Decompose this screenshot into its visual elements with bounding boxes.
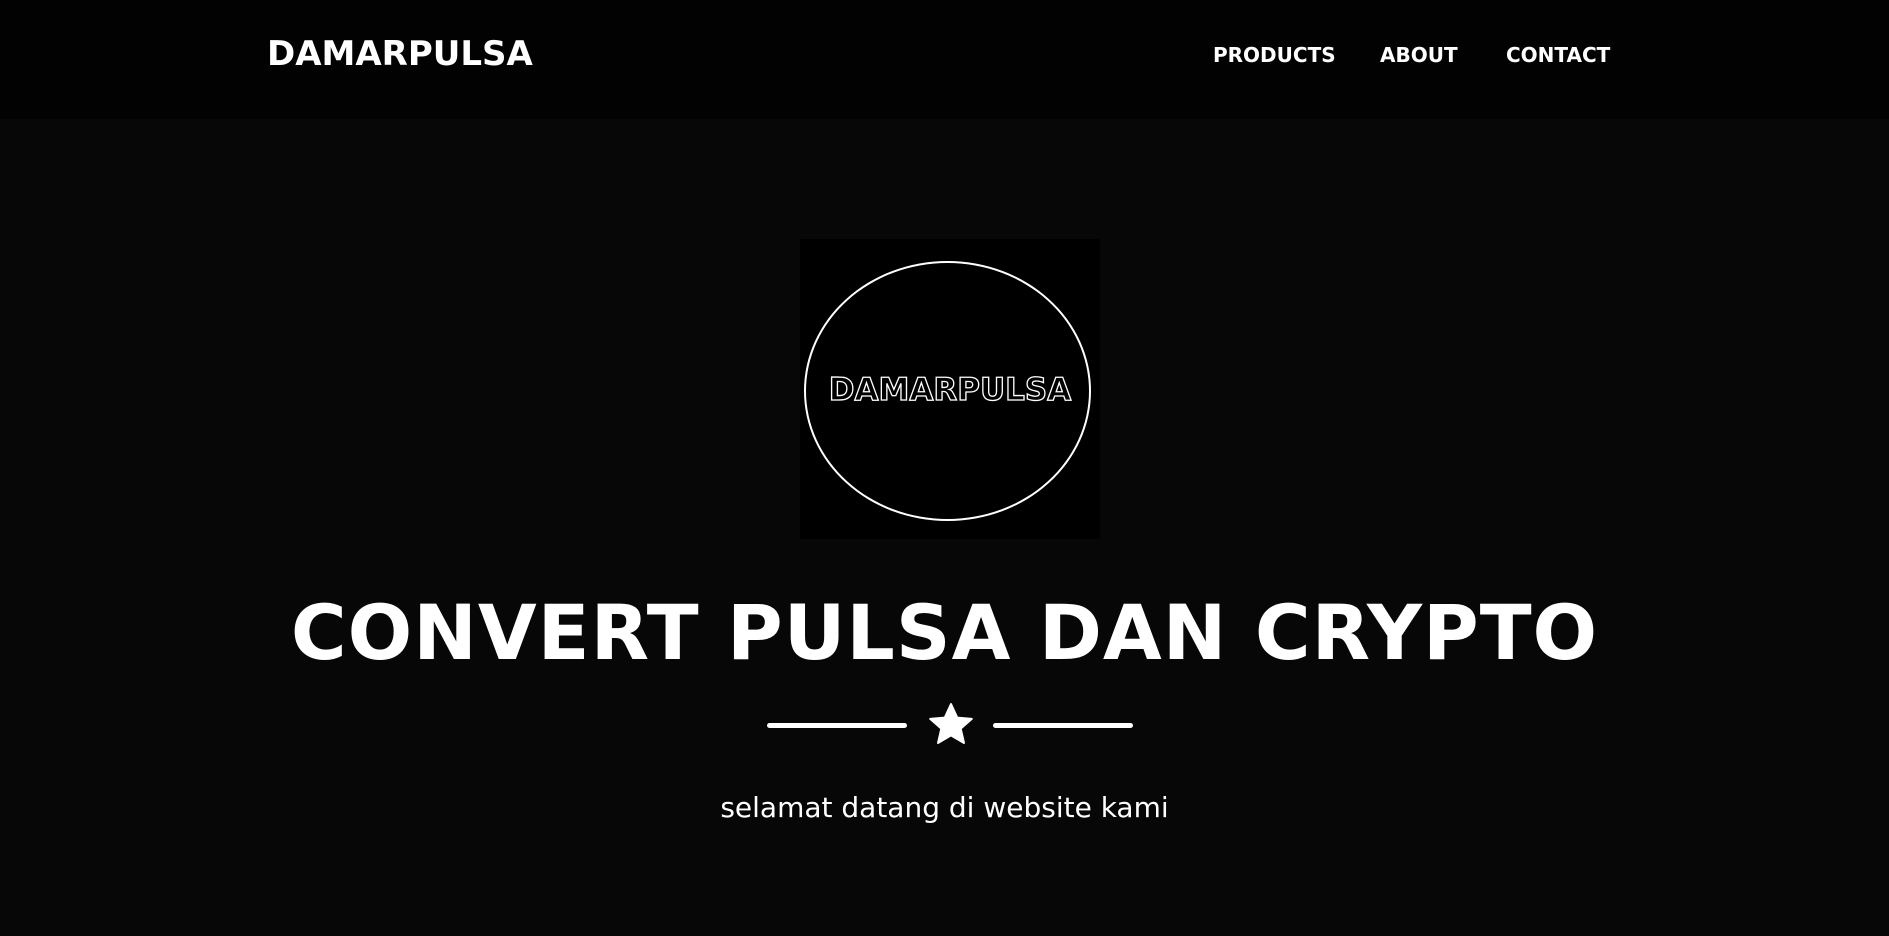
nav-link-about[interactable]: ABOUT (1380, 42, 1458, 68)
hero-subtitle: selamat datang di website kami (720, 791, 1169, 824)
divider-line-left (767, 723, 907, 728)
brand-link[interactable]: DAMARPULSA (267, 32, 533, 76)
logo-text: DAMARPULSA (828, 371, 1072, 408)
nav-link-products[interactable]: PRODUCTS (1213, 42, 1336, 68)
divider-line-right (993, 723, 1133, 728)
nav-link-contact[interactable]: CONTACT (1506, 42, 1610, 68)
hero-divider (767, 702, 1133, 748)
star-icon (929, 703, 973, 744)
hero-logo: DAMARPULSA (800, 239, 1100, 539)
hero-headline: CONVERT PULSA DAN CRYPTO (290, 588, 1599, 677)
navbar: DAMARPULSA PRODUCTS ABOUT CONTACT (0, 0, 1889, 119)
